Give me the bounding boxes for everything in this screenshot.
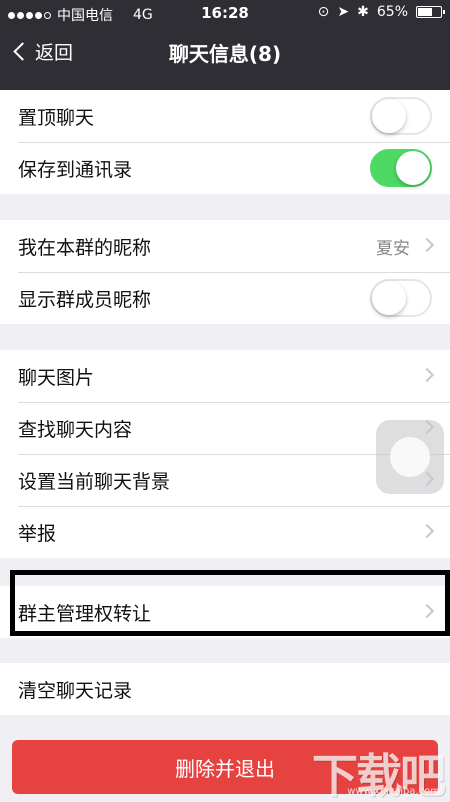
battery-percent: 65% [376,4,408,20]
group-clear-history: 清空聊天记录 [0,663,450,715]
row-label: 保存到通讯录 [18,158,133,181]
row-label: 查找聊天内容 [18,418,133,441]
status-bar: 中国电信 4G 16:28 ⊙ ➤ ✱ 65% [0,0,450,26]
nav-bar: 返回 聊天信息(8) [0,28,450,78]
top-bar: 中国电信 4G 16:28 ⊙ ➤ ✱ 65% 返回 聊天信息(8) [0,0,450,90]
nickname-value: 夏安 [376,238,410,259]
row-pin-chat[interactable]: 置顶聊天 [0,90,450,142]
bluetooth-icon: ✱ [357,4,369,20]
group-nickname: 我在本群的昵称 夏安 显示群成员昵称 [0,220,450,324]
pin-chat-toggle[interactable] [370,97,432,135]
chevron-right-icon [419,603,435,619]
rotation-lock-icon: ⊙ [317,4,330,20]
row-label: 我在本群的昵称 [18,236,152,259]
assistive-touch-button[interactable] [376,420,444,494]
watermark-url: www.xiazaiba.com [347,786,440,797]
row-label: 聊天图片 [18,366,95,389]
row-clear-chat-history[interactable]: 清空聊天记录 [0,663,450,715]
status-right: ⊙ ➤ ✱ 65% [317,4,445,20]
location-icon: ➤ [337,4,350,20]
group-top-settings: 置顶聊天 保存到通讯录 [0,90,450,194]
row-label: 显示群成员昵称 [18,288,152,311]
row-label: 置顶聊天 [18,106,95,129]
chevron-right-icon [419,523,435,539]
row-label: 举报 [18,522,57,545]
row-report[interactable]: 举报 [0,506,450,558]
chevron-right-icon [419,367,435,383]
row-my-group-nickname[interactable]: 我在本群的昵称 夏安 [0,220,450,272]
row-transfer-ownership[interactable]: 群主管理权转让 [0,586,450,638]
chevron-right-icon [419,237,435,253]
row-save-to-contacts[interactable]: 保存到通讯录 [0,142,450,194]
row-show-member-nicknames[interactable]: 显示群成员昵称 [0,272,450,324]
battery-icon [416,6,445,18]
row-label: 设置当前聊天背景 [18,470,171,493]
row-chat-images[interactable]: 聊天图片 [0,350,450,402]
save-to-contacts-toggle[interactable] [370,149,432,187]
row-label: 群主管理权转让 [18,602,152,625]
show-nicknames-toggle[interactable] [370,279,432,317]
group-owner-transfer: 群主管理权转让 [0,586,450,638]
page-title: 聊天信息(8) [168,42,282,66]
row-label: 清空聊天记录 [18,679,133,702]
